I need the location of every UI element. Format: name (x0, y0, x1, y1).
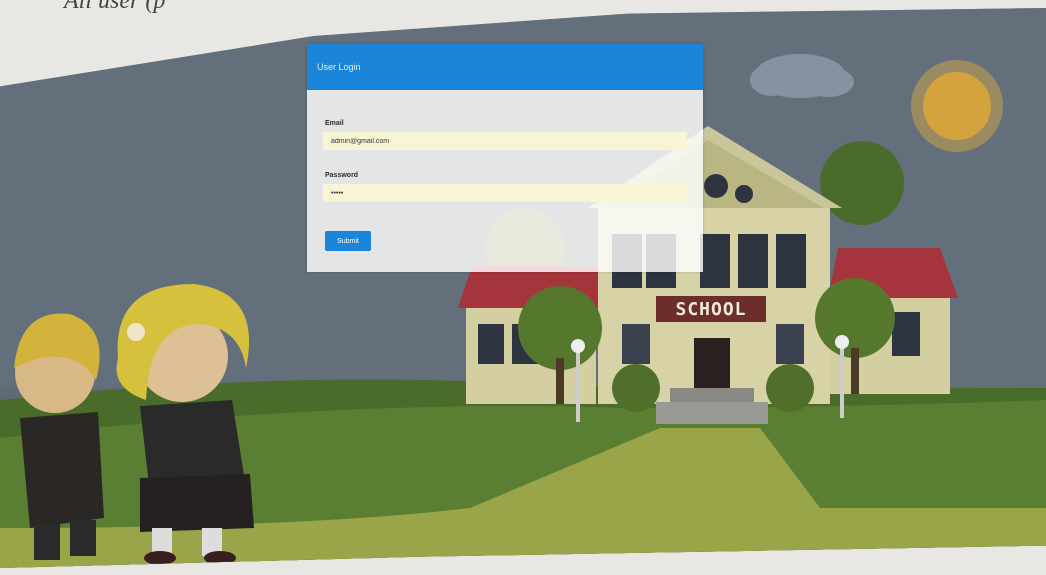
submit-button[interactable]: Submit (325, 231, 371, 251)
school-sign: SCHOOL (675, 299, 746, 320)
page-caption-fragment: All user (p (64, 0, 166, 14)
login-title: User Login (317, 62, 361, 72)
email-label: Email (325, 120, 344, 127)
password-field[interactable] (323, 184, 687, 202)
email-field[interactable] (323, 132, 687, 150)
login-header: User Login (307, 44, 703, 90)
login-card: User Login Email Password Submit (307, 44, 703, 272)
sun (911, 60, 1003, 152)
screen-area: SCHOOL User Login Email admin@gmail.com … (0, 8, 1046, 568)
password-label: Password (325, 172, 359, 179)
